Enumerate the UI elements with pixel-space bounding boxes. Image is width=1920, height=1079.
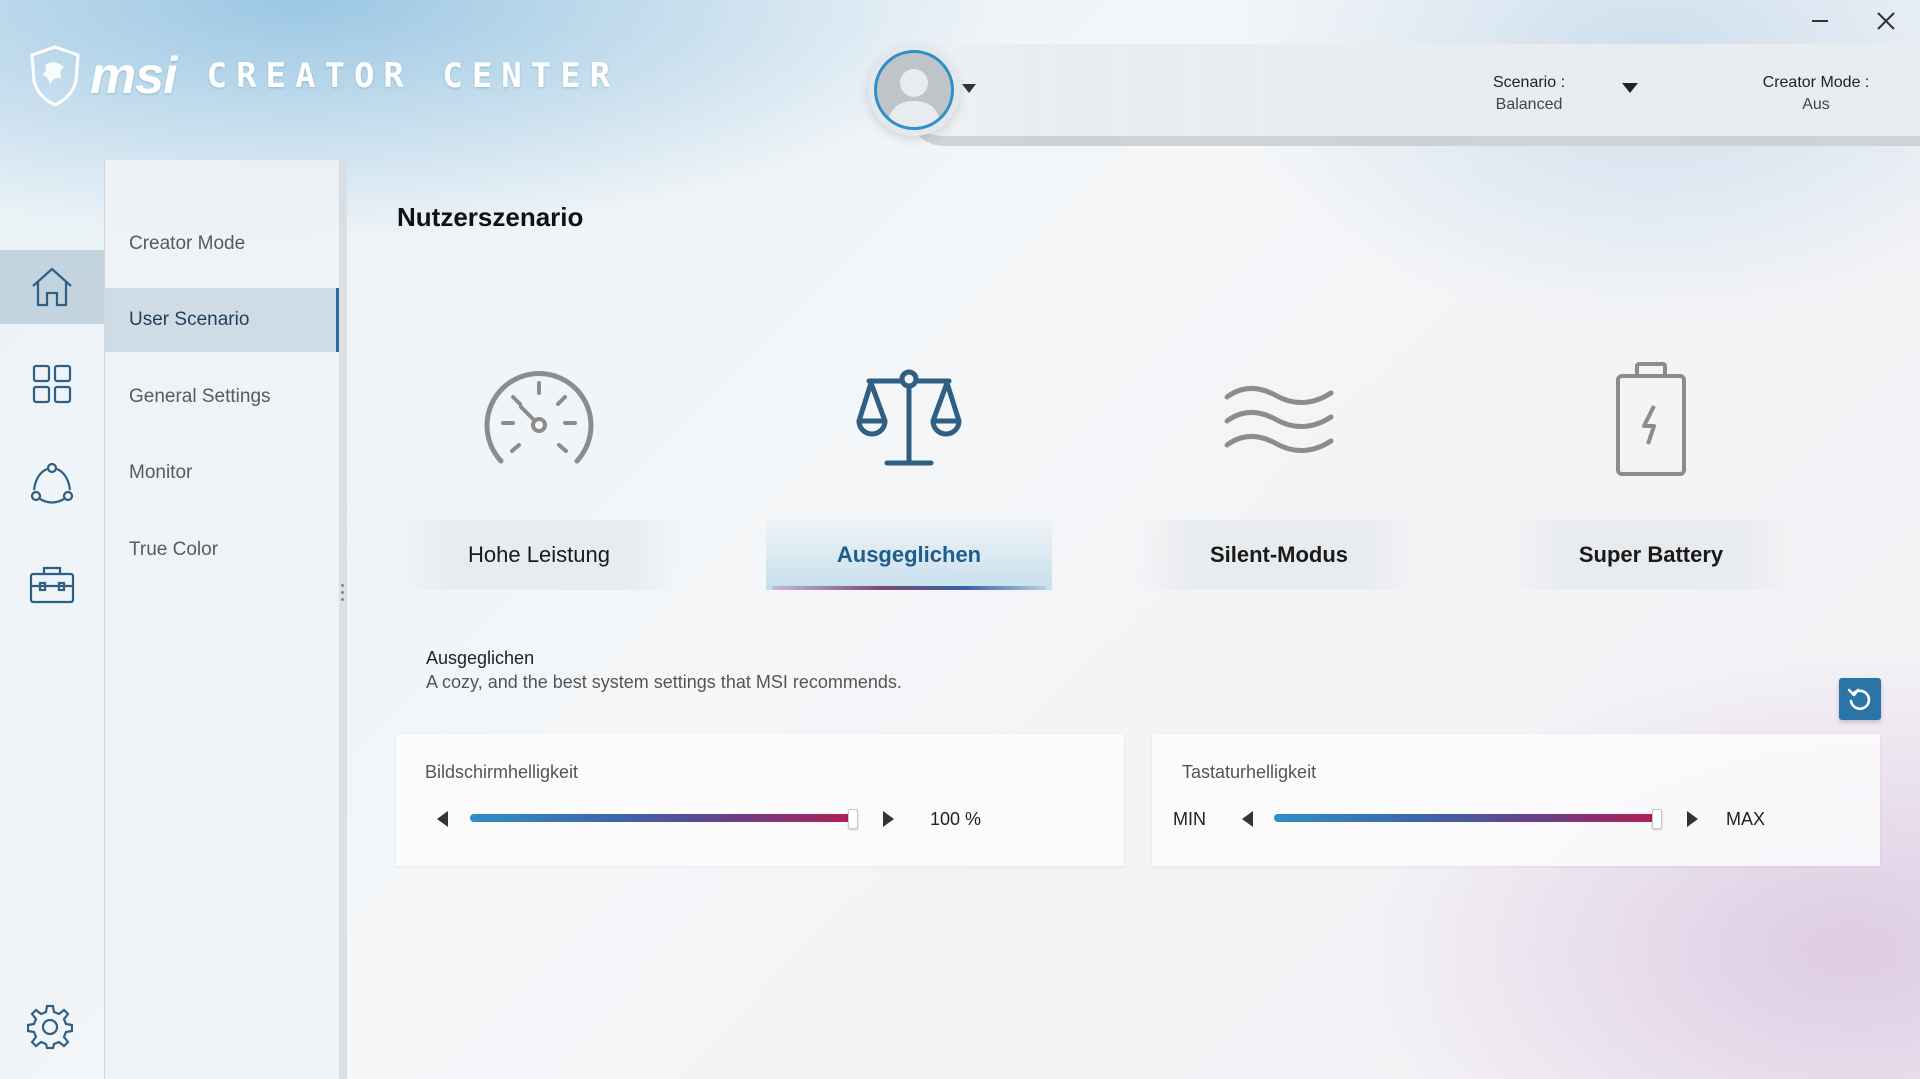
waves-icon: [1224, 386, 1334, 453]
keyboard-brightness-fill: [1274, 814, 1658, 822]
avatar-dropdown-caret[interactable]: [962, 84, 976, 93]
keyboard-brightness-max-label: MAX: [1726, 809, 1766, 829]
submenu-item-creator-mode[interactable]: Creator Mode: [105, 212, 339, 276]
selected-mode-underline: [772, 586, 1046, 590]
submenu-item-monitor[interactable]: Monitor: [105, 441, 339, 505]
scenario-label: Scenario :: [1492, 74, 1566, 91]
keyboard-brightness-increase-button[interactable]: [1682, 809, 1702, 829]
msi-dragon-shield-icon: [30, 45, 80, 107]
submenu-item-label: User Scenario: [129, 309, 250, 330]
user-avatar-button[interactable]: [868, 44, 960, 136]
submenu-item-general-settings[interactable]: General Settings: [105, 365, 339, 429]
scenario-description-title: Ausgeglichen: [426, 648, 535, 668]
user-silhouette-icon: [887, 69, 941, 127]
submenu-item-user-scenario[interactable]: User Scenario: [105, 288, 339, 352]
reset-icon: [1847, 688, 1871, 711]
minimize-button[interactable]: [1802, 6, 1838, 36]
submenu-item-label: General Settings: [129, 386, 271, 407]
rail-item-connections[interactable]: [0, 447, 104, 521]
creator-mode-status: Creator Mode : Aus: [1756, 72, 1876, 116]
scenario-value: Balanced: [1495, 96, 1563, 113]
rail-item-apps[interactable]: [0, 347, 104, 421]
minimize-icon: [1812, 20, 1828, 22]
arrow-right-icon: [882, 811, 894, 827]
submenu: Creator Mode User Scenario General Setti…: [104, 160, 347, 1079]
keyboard-brightness-min-label: MIN: [1173, 809, 1206, 829]
keyboard-brightness-panel: Tastaturhelligkeit MIN MAX: [1152, 734, 1880, 866]
screen-brightness-fill: [470, 814, 854, 822]
mode-label: Silent-Modus: [1136, 520, 1422, 590]
mode-label: Ausgeglichen: [766, 520, 1052, 590]
gear-icon: [27, 1004, 73, 1050]
rail-item-toolbox[interactable]: [0, 547, 104, 621]
icon-rail: [0, 160, 104, 1079]
scenario-description-text: A cozy, and the best system settings tha…: [426, 672, 902, 692]
rail-item-home[interactable]: [0, 250, 104, 324]
mode-card-balanced[interactable]: Ausgeglichen: [766, 320, 1052, 592]
submenu-item-true-color[interactable]: True Color: [105, 518, 339, 582]
keyboard-brightness-slider[interactable]: [1274, 809, 1662, 829]
screen-brightness-increase-button[interactable]: [878, 809, 898, 829]
creator-mode-value: Aus: [1802, 96, 1830, 113]
submenu-item-label: True Color: [129, 539, 219, 560]
avatar: [874, 50, 954, 130]
apps-grid-icon: [32, 364, 72, 404]
app-logo: msi CREATOR CENTER: [28, 44, 619, 108]
mode-label: Hohe Leistung: [396, 520, 682, 590]
creator-mode-label: Creator Mode :: [1762, 74, 1870, 91]
close-button[interactable]: [1868, 6, 1904, 36]
connections-icon: [30, 462, 74, 504]
arrow-left-icon: [1241, 811, 1253, 827]
screen-brightness-thumb[interactable]: [848, 809, 858, 829]
screen-brightness-slider[interactable]: [470, 809, 858, 829]
mode-card-super-battery[interactable]: Super Battery: [1508, 320, 1794, 592]
balance-scale-icon: [856, 369, 962, 466]
page-title: Nutzerszenario: [397, 202, 584, 232]
speedometer-icon: [484, 371, 594, 464]
product-name: CREATOR CENTER: [206, 56, 620, 96]
screen-brightness-decrease-button[interactable]: [432, 809, 452, 829]
keyboard-brightness-decrease-button[interactable]: [1237, 809, 1257, 829]
brand-wordmark: msi: [90, 47, 178, 105]
submenu-item-label: Creator Mode: [129, 233, 246, 254]
toolbox-icon: [29, 566, 75, 604]
scenario-dropdown-caret[interactable]: [1622, 83, 1638, 93]
submenu-item-label: Monitor: [129, 462, 193, 483]
keyboard-brightness-label: Tastaturhelligkeit: [1182, 762, 1317, 782]
home-icon: [32, 267, 72, 307]
screen-brightness-panel: Bildschirmhelligkeit 100 %: [396, 734, 1124, 866]
keyboard-brightness-thumb[interactable]: [1652, 809, 1662, 829]
arrow-left-icon: [436, 811, 448, 827]
mode-card-high-performance[interactable]: Hohe Leistung: [396, 320, 682, 592]
screen-brightness-label: Bildschirmhelligkeit: [425, 762, 579, 782]
screen-brightness-value: 100 %: [930, 809, 982, 829]
mode-card-silent[interactable]: Silent-Modus: [1136, 320, 1422, 592]
reset-button[interactable]: [1839, 678, 1881, 720]
submenu-resize-handle[interactable]: [341, 584, 345, 604]
scenario-status: Scenario : Balanced: [1474, 72, 1584, 116]
mode-label: Super Battery: [1508, 520, 1794, 590]
rail-item-settings[interactable]: [0, 990, 102, 1064]
close-icon: [1877, 12, 1895, 30]
battery-icon: [1616, 362, 1686, 476]
arrow-right-icon: [1686, 811, 1698, 827]
